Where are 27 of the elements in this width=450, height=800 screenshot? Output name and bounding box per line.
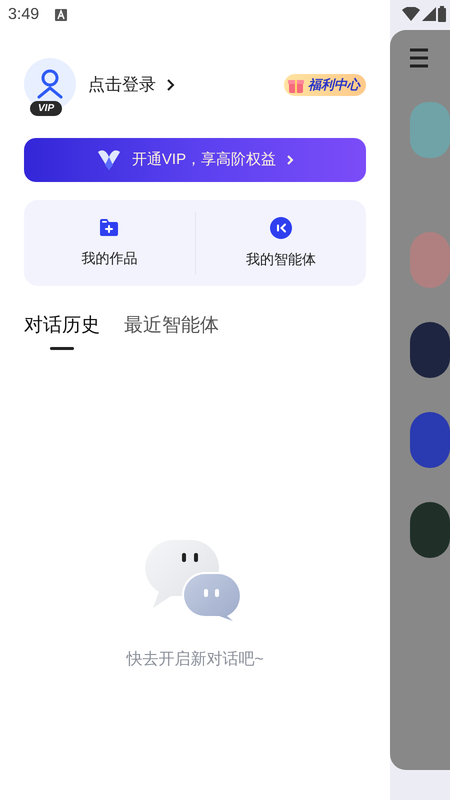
vip-banner[interactable]: 开通VIP，享高阶权益 <box>24 138 366 182</box>
notification-icon <box>55 9 68 21</box>
agent-avatar <box>410 322 450 378</box>
login-link[interactable]: 点击登录 <box>88 72 175 98</box>
agent-avatar <box>410 502 450 558</box>
tab[interactable]: 最近智能体 <box>124 312 219 350</box>
status-time: 3:49 <box>8 5 40 25</box>
menu-icon <box>410 48 428 68</box>
vip-badge: VIP <box>30 101 62 116</box>
agent-avatar <box>410 102 450 158</box>
chevron-right-icon <box>286 154 294 166</box>
tab[interactable]: 对话历史 <box>24 312 100 350</box>
shortcut-item[interactable]: 我的智能体 <box>246 216 316 270</box>
empty-message: 快去开启新对话吧~ <box>126 650 264 670</box>
v-logo-icon <box>96 148 122 172</box>
agent-avatar <box>410 232 450 288</box>
folder-plus-icon <box>98 218 120 238</box>
person-icon <box>37 69 63 99</box>
signal-icon <box>422 7 436 21</box>
welfare-center-button[interactable]: 福利中心 <box>284 74 366 96</box>
shortcut-item[interactable]: 我的作品 <box>81 218 138 268</box>
wifi-icon <box>402 7 420 21</box>
battery-icon <box>438 6 446 22</box>
vip-banner-label: 开通VIP，享高阶权益 <box>132 150 276 170</box>
agent-icon <box>270 216 292 238</box>
agent-avatar <box>410 412 450 468</box>
chevron-right-icon <box>166 78 175 92</box>
